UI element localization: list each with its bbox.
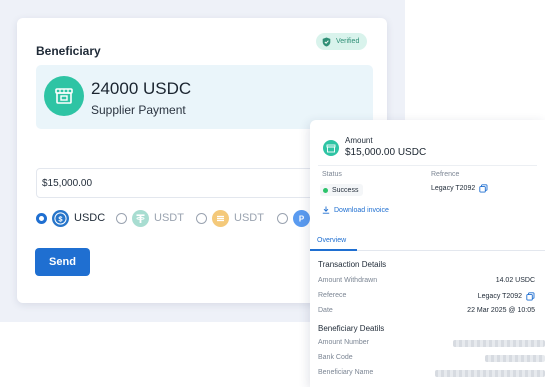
redacted-value (453, 340, 545, 347)
row-label: Amount Withdrawn (318, 277, 378, 284)
usdt-icon (132, 209, 149, 227)
storefront-icon (44, 76, 84, 116)
currency-option-usdt-2[interactable]: USDT (196, 208, 264, 228)
download-label: Download invoice (334, 206, 389, 214)
status-badge: Success (320, 184, 364, 196)
download-invoice-link[interactable]: Download invoice (322, 206, 389, 214)
reference-value: Legacy T2092 (431, 184, 488, 193)
svg-text:$: $ (58, 214, 63, 223)
row-value: 22 Mar 2025 @ 10:05 (467, 307, 535, 314)
amount-value: $15,000.00 USDC (345, 147, 427, 158)
radio-unselected[interactable] (116, 212, 127, 224)
radio-unselected[interactable] (196, 212, 207, 224)
verified-label: Verified (336, 38, 360, 45)
row-value-text: Legacy T2092 (477, 293, 522, 300)
transaction-details-title: Transaction Details (318, 260, 387, 269)
radio-selected[interactable] (36, 212, 47, 224)
copy-icon[interactable] (526, 292, 535, 301)
currency-option-usdc[interactable]: $ USDC (36, 208, 105, 228)
svg-text:P: P (299, 214, 305, 223)
redacted-value (435, 370, 545, 377)
transaction-detail-panel: Amount $15,000.00 USDC Status Refrence S… (310, 120, 545, 387)
success-dot-icon (323, 187, 328, 193)
beneficiary-details-title: Beneficiary Deatils (318, 324, 385, 333)
currency-label: USDC (74, 212, 106, 224)
currency-label: USDT (234, 212, 264, 224)
row-label: Amount Number (318, 339, 369, 346)
amount-label: Amount (345, 136, 373, 145)
status-value: Success (332, 186, 359, 194)
row-label: Bank Code (318, 354, 353, 361)
currency-option-usdt[interactable]: USDT (116, 208, 184, 228)
usdc-icon: $ (52, 209, 69, 227)
card-title: Beneficiary (36, 44, 101, 58)
detail-tabs: Overview (310, 233, 545, 251)
reference-text: Legacy T2092 (431, 185, 476, 192)
row-value-text: 14.02 USDC (495, 277, 535, 284)
coin-icon (212, 209, 229, 227)
beneficiary-label: Supplier Payment (91, 103, 186, 117)
verified-badge: Verified (316, 33, 368, 50)
divider (318, 165, 537, 166)
row-label: Date (318, 307, 333, 314)
shield-check-icon (322, 37, 331, 46)
row-label: Beneficiary Name (318, 369, 374, 376)
row-value: 14.02 USDC (496, 277, 535, 284)
radio-unselected[interactable] (277, 212, 288, 224)
beneficiary-amount: 24000 USDC (91, 79, 192, 98)
coin-icon: P (293, 209, 310, 227)
copy-icon[interactable] (479, 184, 488, 193)
reference-label: Refrence (431, 171, 460, 178)
currency-label: USDT (154, 212, 184, 224)
row-value-text: 22 Mar 2025 @ 10:05 (467, 307, 535, 314)
download-icon (322, 206, 330, 214)
row-value: Legacy T2092 (478, 292, 535, 301)
redacted-value (485, 355, 545, 362)
status-label: Status (322, 171, 342, 178)
tab-overview[interactable]: Overview (310, 233, 357, 251)
storefront-icon (323, 140, 339, 156)
row-label: Referece (318, 292, 347, 299)
send-button[interactable]: Send (35, 248, 90, 276)
